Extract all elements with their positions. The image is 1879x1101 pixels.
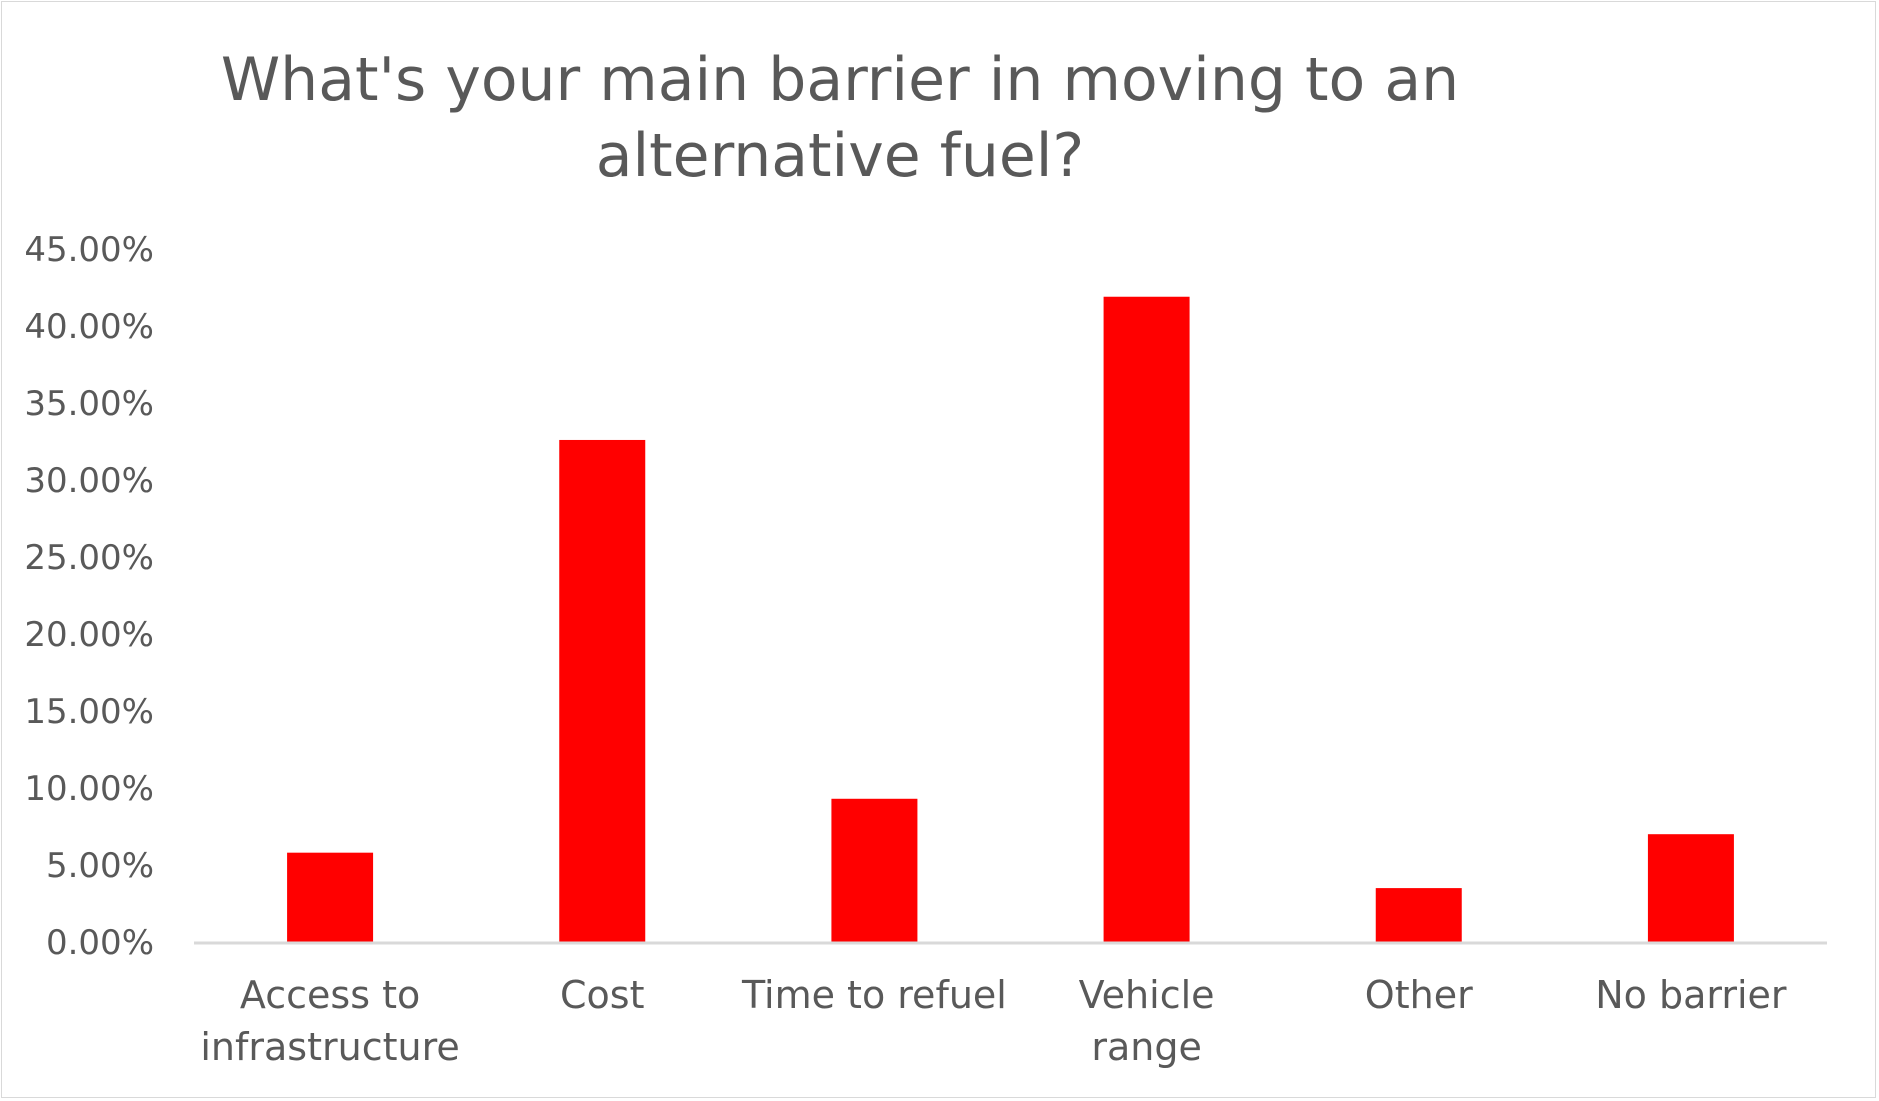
y-tick-label: 10.00% (24, 769, 154, 809)
bar (287, 852, 374, 942)
x-tick-label: Cost (560, 973, 644, 1017)
y-tick-label: 20.00% (24, 615, 154, 655)
x-tick-label: Access to (240, 973, 420, 1017)
y-tick-label: 15.00% (24, 692, 154, 732)
x-tick-label: No barrier (1595, 973, 1787, 1017)
bar (1375, 888, 1462, 942)
y-tick-label: 25.00% (24, 538, 154, 578)
y-tick-label: 0.00% (46, 923, 154, 963)
bar (559, 439, 646, 942)
y-tick-label: 30.00% (24, 461, 154, 501)
y-tick-label: 35.00% (24, 384, 154, 424)
y-tick-label: 40.00% (24, 307, 154, 347)
y-tick-label: 5.00% (46, 846, 154, 886)
x-tick-label: Other (1365, 973, 1473, 1017)
bar (1647, 834, 1734, 942)
x-tick-label: Time to refuel (741, 973, 1007, 1017)
bar (1103, 296, 1190, 942)
x-tick-label: range (1091, 1025, 1202, 1069)
x-tick-label: infrastructure (200, 1025, 459, 1069)
y-tick-label: 45.00% (24, 230, 154, 270)
x-tick-label: Vehicle (1079, 973, 1215, 1017)
bar-chart: 0.00% 5.00% 10.00% 15.00% 20.00% 25.00% 30.00%… (24, 230, 1827, 1069)
bar (831, 798, 918, 942)
